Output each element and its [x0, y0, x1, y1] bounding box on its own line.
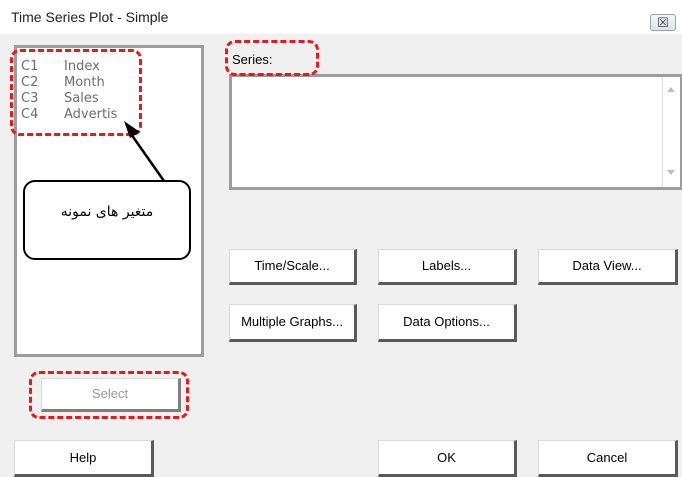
callout-text: متغیر های نمونه: [60, 204, 154, 220]
annotation-callout: متغیر های نمونه: [23, 180, 191, 260]
